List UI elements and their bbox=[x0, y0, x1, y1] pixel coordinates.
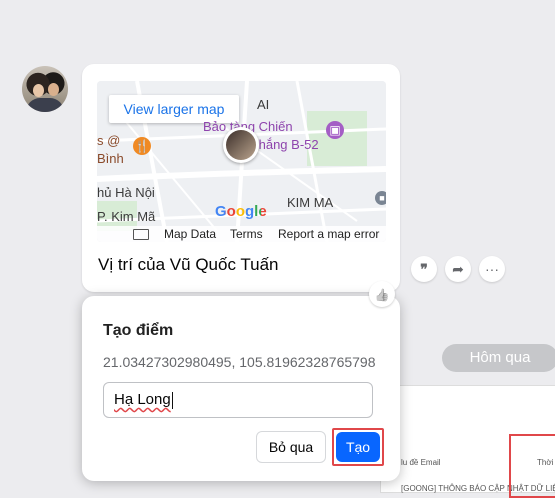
like-reaction-button[interactable]: 👍 bbox=[369, 281, 395, 307]
thumbs-up-icon: 👍 bbox=[374, 288, 390, 302]
text-caret bbox=[171, 391, 173, 409]
location-pin-avatar[interactable] bbox=[223, 127, 259, 163]
more-icon: ··· bbox=[485, 261, 499, 277]
terms-link[interactable]: Terms bbox=[230, 227, 263, 241]
popup-title: Tạo điểm bbox=[103, 322, 174, 339]
map-label-thang: thắng B-52 bbox=[255, 137, 319, 152]
shared-document-preview[interactable]: lu đề Email Thời [GOONG] THÔNG BÁO CẬP N… bbox=[380, 385, 555, 498]
map-label-binh-prefix: s @ bbox=[97, 133, 121, 148]
more-options-button[interactable]: ··· bbox=[479, 256, 505, 282]
reply-quote-button[interactable]: ❞ bbox=[411, 256, 437, 282]
create-button[interactable]: Tạo bbox=[336, 432, 380, 462]
forward-button[interactable]: ➦ bbox=[445, 256, 471, 282]
restaurant-poi-icon[interactable]: 🍴 bbox=[133, 137, 151, 155]
bus-stop-icon: ■ bbox=[375, 191, 386, 205]
coordinates-text: 21.03427302980495, 105.81962328765798 bbox=[103, 354, 376, 370]
map-footer: Map Data Terms Report a map error bbox=[97, 226, 386, 242]
share-icon: ➦ bbox=[452, 261, 464, 277]
map-label-binh: Bình bbox=[97, 151, 124, 166]
skip-button[interactable]: Bỏ qua bbox=[256, 431, 326, 463]
date-separator: Hôm qua bbox=[442, 344, 555, 372]
point-name-input[interactable]: Hạ Long bbox=[103, 382, 373, 418]
quote-icon: ❞ bbox=[420, 261, 428, 277]
point-name-value: Hạ Long bbox=[114, 391, 171, 408]
map-data-link[interactable]: Map Data bbox=[164, 227, 216, 241]
map-label-ai: AI bbox=[257, 97, 270, 112]
highlight-box bbox=[509, 434, 555, 498]
keyboard-shortcuts-icon[interactable] bbox=[133, 229, 149, 240]
google-logo: Google bbox=[215, 203, 267, 220]
sender-avatar[interactable] bbox=[22, 66, 68, 112]
report-map-error-link[interactable]: Report a map error bbox=[278, 227, 379, 241]
map-label-ha-noi: hủ Hà Nội bbox=[97, 185, 155, 200]
map-embed[interactable]: View larger map AI Bảo tàng Chiến ▣ thắn… bbox=[97, 81, 386, 242]
doc-column-header: lu đề Email bbox=[401, 458, 441, 467]
museum-poi-icon[interactable]: ▣ bbox=[326, 121, 344, 139]
map-label-kim-ma: KIM MA bbox=[287, 195, 334, 210]
location-title: Vị trí của Vũ Quốc Tuấn bbox=[98, 255, 279, 274]
map-label-p-kim-ma: P. Kim Mã bbox=[97, 209, 156, 224]
